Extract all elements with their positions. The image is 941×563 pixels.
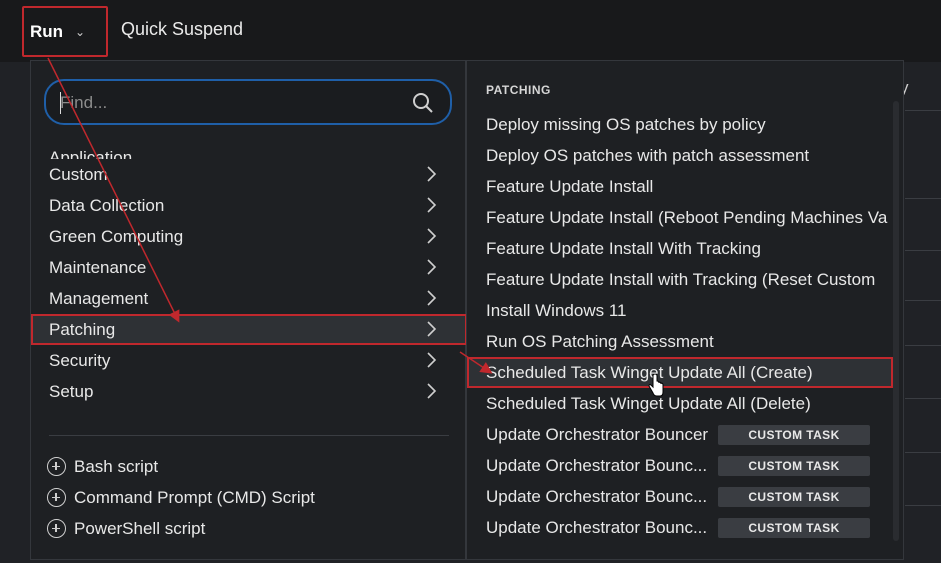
category-item-green-computing[interactable]: Green Computing <box>31 221 467 252</box>
category-label: Maintenance <box>49 257 147 277</box>
background-divider <box>905 110 941 111</box>
scrollbar[interactable] <box>893 101 899 541</box>
task-item[interactable]: Feature Update Install (Reboot Pending M… <box>467 202 889 233</box>
chevron-right-icon <box>427 352 437 368</box>
custom-task-badge: CUSTOM TASK <box>718 425 870 445</box>
search-icon[interactable] <box>412 92 434 114</box>
plus-circle-icon <box>47 519 66 538</box>
category-item-application[interactable]: Application <box>31 145 467 159</box>
task-item[interactable]: Update Orchestrator Bouncer CUSTOM TASK <box>467 419 889 450</box>
category-item-custom[interactable]: Custom <box>31 159 467 190</box>
task-label: Update Orchestrator Bounc... <box>486 517 708 537</box>
category-label: Security <box>49 350 111 370</box>
script-label: Command Prompt (CMD) Script <box>74 487 315 507</box>
run-label: Run <box>30 21 64 41</box>
background-divider <box>905 345 941 346</box>
category-panel: Application Custom Data Collection Green… <box>30 60 467 560</box>
category-item-setup[interactable]: Setup <box>31 376 467 407</box>
category-label: Management <box>49 288 149 308</box>
background-divider <box>905 505 941 506</box>
script-list: Bash script Command Prompt (CMD) Script … <box>47 451 315 544</box>
hand-cursor-icon <box>648 374 664 397</box>
category-list: Application Custom Data Collection Green… <box>31 145 467 407</box>
task-label: Feature Update Install With Tracking <box>486 238 761 258</box>
chevron-right-icon <box>427 383 437 399</box>
category-item-patching[interactable]: Patching <box>31 314 467 345</box>
task-item[interactable]: Feature Update Install With Tracking <box>467 233 889 264</box>
chevron-right-icon <box>427 228 437 244</box>
task-label: Feature Update Install (Reboot Pending M… <box>486 207 888 227</box>
script-label: PowerShell script <box>74 518 206 538</box>
plus-circle-icon <box>47 488 66 507</box>
plus-circle-icon <box>47 457 66 476</box>
task-item[interactable]: Update Orchestrator Bounc... CUSTOM TASK <box>467 481 889 512</box>
category-label: Setup <box>49 381 94 401</box>
category-item-maintenance[interactable]: Maintenance <box>31 252 467 283</box>
task-item[interactable]: Update Orchestrator Bounc... CUSTOM TASK <box>467 450 889 481</box>
category-label: Green Computing <box>49 226 184 246</box>
task-item[interactable]: Deploy OS patches with patch assessment <box>467 140 889 171</box>
task-label: Feature Update Install with Tracking (Re… <box>486 269 876 289</box>
category-item-management[interactable]: Management <box>31 283 467 314</box>
task-label: Update Orchestrator Bounc... <box>486 486 708 506</box>
script-item-bash[interactable]: Bash script <box>47 451 315 482</box>
task-item[interactable]: Scheduled Task Winget Update All (Delete… <box>467 388 889 419</box>
task-panel: PATCHING Deploy missing OS patches by po… <box>466 60 904 560</box>
task-list: Deploy missing OS patches by policy Depl… <box>467 109 893 543</box>
background-divider <box>905 452 941 453</box>
task-item[interactable]: Update Orchestrator Bounc... CUSTOM TASK <box>467 512 889 543</box>
task-label: Run OS Patching Assessment <box>486 331 714 351</box>
task-item[interactable]: Install Windows 11 <box>467 295 889 326</box>
task-label: Update Orchestrator Bounc... <box>486 455 708 475</box>
background-divider <box>905 250 941 251</box>
category-item-data-collection[interactable]: Data Collection <box>31 190 467 221</box>
category-label: Data Collection <box>49 195 165 215</box>
run-button[interactable]: Run ⌄ <box>22 6 108 57</box>
search-box[interactable] <box>44 79 452 125</box>
task-item[interactable]: Feature Update Install <box>467 171 889 202</box>
chevron-right-icon <box>427 321 437 337</box>
custom-task-badge: CUSTOM TASK <box>718 456 870 476</box>
task-label: Install Windows 11 <box>486 300 627 320</box>
background-divider <box>905 398 941 399</box>
background-divider <box>905 198 941 199</box>
section-title: PATCHING <box>486 83 551 97</box>
chevron-right-icon <box>427 290 437 306</box>
category-label: Application <box>49 148 133 159</box>
task-item[interactable]: Run OS Patching Assessment <box>467 326 889 357</box>
task-label: Update Orchestrator Bouncer <box>486 424 709 444</box>
script-label: Bash script <box>74 456 159 476</box>
task-item[interactable]: Feature Update Install with Tracking (Re… <box>467 264 889 295</box>
custom-task-badge: CUSTOM TASK <box>718 518 870 538</box>
script-item-powershell[interactable]: PowerShell script <box>47 513 315 544</box>
task-label: Deploy OS patches with patch assessment <box>486 145 810 165</box>
quick-suspend-button[interactable]: Quick Suspend <box>121 19 243 40</box>
category-label: Custom <box>49 164 108 184</box>
background-divider <box>905 300 941 301</box>
chevron-right-icon <box>427 197 437 213</box>
task-label: Deploy missing OS patches by policy <box>486 114 766 134</box>
task-item[interactable]: Deploy missing OS patches by policy <box>467 109 889 140</box>
custom-task-badge: CUSTOM TASK <box>718 487 870 507</box>
chevron-down-icon: ⌄ <box>75 24 86 39</box>
search-input[interactable] <box>60 91 400 115</box>
divider <box>49 435 449 436</box>
task-item-selected[interactable]: Scheduled Task Winget Update All (Create… <box>467 357 893 388</box>
category-label: Patching <box>49 319 116 339</box>
category-item-security[interactable]: Security <box>31 345 467 376</box>
script-item-cmd[interactable]: Command Prompt (CMD) Script <box>47 482 315 513</box>
task-label: Feature Update Install <box>486 176 654 196</box>
chevron-right-icon <box>427 259 437 275</box>
top-bar: Run ⌄ Quick Suspend <box>0 0 941 62</box>
chevron-right-icon <box>427 166 437 182</box>
